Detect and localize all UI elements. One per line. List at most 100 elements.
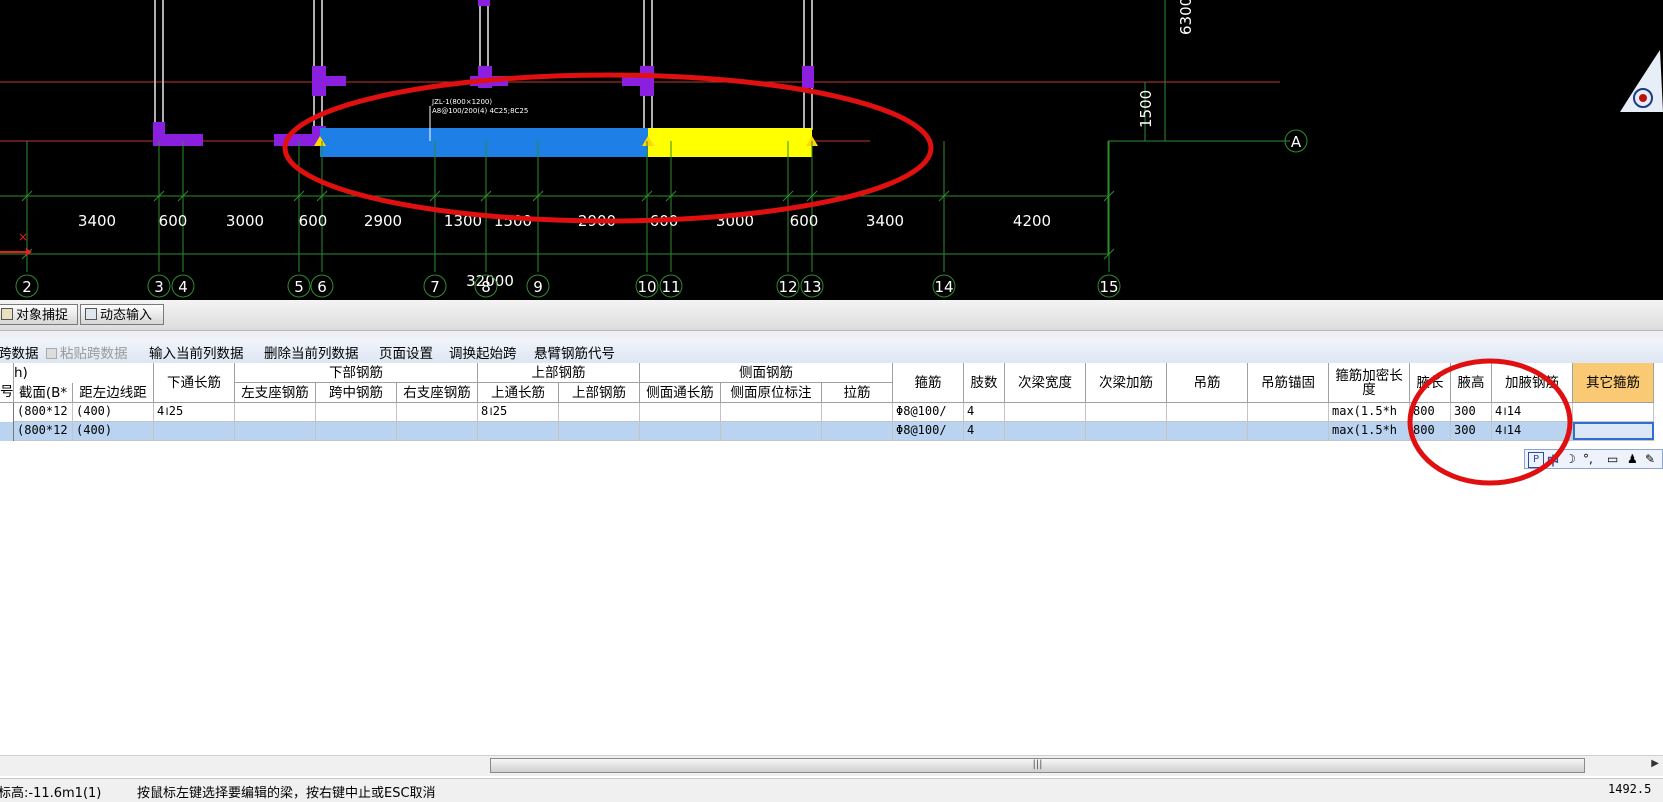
table-cell[interactable]	[1248, 403, 1329, 422]
paste-span-data-label: 粘贴跨数据	[60, 346, 128, 362]
axis-bubble-label: 13	[802, 278, 821, 296]
header-top-through: 上通长筋	[478, 383, 559, 403]
cantilever-code-button[interactable]: 悬臂钢筋代号	[534, 342, 615, 362]
table-cell[interactable]	[1248, 422, 1329, 441]
scroll-right-arrow-icon[interactable]: ▶	[1651, 758, 1659, 769]
ime-tool-icon[interactable]: ✎	[1645, 452, 1655, 466]
header-legs: 肢数	[964, 363, 1005, 403]
table-cell[interactable]	[397, 422, 478, 441]
row-header[interactable]	[0, 403, 14, 422]
table-cell[interactable]	[640, 422, 721, 441]
header-side-original: 侧面原位标注	[721, 383, 822, 403]
header-group-top: 上部钢筋	[478, 363, 640, 383]
dimension-label: 600	[159, 212, 188, 230]
dimension-ticks	[21, 141, 1115, 272]
dimension-label: 2900	[364, 212, 402, 230]
table-cell[interactable]	[822, 403, 893, 422]
beam-span-1-selected	[320, 128, 648, 157]
axis-label-a: A	[1291, 133, 1302, 151]
header-mid-span: 跨中钢筋	[316, 383, 397, 403]
header-hanger-anchor: 吊筋锚固	[1248, 363, 1329, 403]
table-cell-left-dist[interactable]: (400)	[73, 403, 154, 422]
table-cell[interactable]	[640, 403, 721, 422]
beam-span-2-selected	[648, 128, 812, 157]
header-secondary-width: 次梁宽度	[1005, 363, 1086, 403]
delete-column-data-button[interactable]: 删除当前列数据	[264, 342, 359, 362]
table-cell-stirrup[interactable]: Φ8@100/	[893, 403, 964, 422]
table-cell[interactable]	[235, 403, 316, 422]
table-cell-bottom-through[interactable]	[154, 422, 235, 441]
paste-icon	[46, 348, 57, 359]
dimension-label: 3400	[866, 212, 904, 230]
horizontal-scrollbar[interactable]: ||| ▶	[0, 755, 1663, 776]
row-header[interactable]	[0, 422, 14, 441]
axis-bubble-label: 15	[1099, 278, 1118, 296]
table-cell-legs[interactable]: 4	[964, 422, 1005, 441]
table-cell[interactable]	[721, 422, 822, 441]
dimension-label: 3000	[226, 212, 264, 230]
cad-drawing-area[interactable]: JZL-1(800×1200) A8@100/200(4) 4C25;8C25 …	[0, 0, 1663, 300]
table-cell[interactable]	[235, 422, 316, 441]
page-setup-button[interactable]: 页面设置	[379, 342, 433, 362]
table-cell[interactable]	[822, 422, 893, 441]
span-data-button[interactable]: 跨数据	[0, 342, 39, 362]
table-cell-legs[interactable]: 4	[964, 403, 1005, 422]
separator	[0, 331, 1663, 339]
highlight-ellipse-haunch	[1407, 358, 1573, 486]
beam-annotation-2: A8@100/200(4) 4C25;8C25	[432, 107, 528, 115]
ime-keyboard-icon[interactable]: ▭	[1607, 452, 1618, 466]
table-cell-left-dist[interactable]: (400)	[73, 422, 154, 441]
header-top-bars: 上部钢筋	[559, 383, 640, 403]
axis-bubble-label: 10	[637, 278, 656, 296]
dynamic-input-label: 动态输入	[100, 308, 153, 323]
drawing-canvas[interactable]: JZL-1(800×1200) A8@100/200(4) 4C25;8C25 …	[0, 0, 1663, 300]
table-cell-top-through[interactable]: 8।25	[478, 403, 559, 422]
dimension-label: 4200	[1013, 212, 1051, 230]
table-cell[interactable]	[316, 422, 397, 441]
paste-span-data-button[interactable]: 粘贴跨数据	[46, 342, 128, 362]
table-cell[interactable]	[397, 403, 478, 422]
ime-user-icon[interactable]: ♟	[1627, 452, 1638, 466]
swap-start-span-button[interactable]: 调换起始跨	[449, 342, 517, 362]
status-bar: 标高:-11.6m1(1) 按鼠标左键选择要编辑的梁，按右键中止或ESC取消 1…	[0, 778, 1663, 802]
status-elevation: 标高:-11.6m1(1)	[0, 786, 102, 801]
header-right-support: 右支座钢筋	[397, 383, 478, 403]
dimension-label: 600	[299, 212, 328, 230]
table-cell-section[interactable]: (800*12	[14, 422, 73, 441]
table-cell-stirrup[interactable]: Φ8@100/	[893, 422, 964, 441]
table-cell[interactable]	[316, 403, 397, 422]
header-unit: h)	[14, 363, 154, 383]
table-cell[interactable]	[1005, 422, 1086, 441]
table-cell-section[interactable]: (800*12	[14, 403, 73, 422]
dynamic-input-button[interactable]: 动态输入	[80, 304, 164, 325]
ucs-icon: ×	[0, 230, 32, 256]
table-cell[interactable]	[1086, 403, 1167, 422]
axis-bubble-label: 3	[154, 278, 164, 296]
dimension-label: 3400	[78, 212, 116, 230]
axis-bubble-label: 8	[481, 278, 491, 296]
axis-bubble-label: 7	[430, 278, 440, 296]
axis-bubble-label: 6	[317, 278, 327, 296]
table-cell[interactable]	[1167, 422, 1248, 441]
scrollbar-thumb[interactable]: |||	[490, 758, 1585, 773]
axis-bubble-label: 2	[22, 278, 32, 296]
object-snap-button[interactable]: 对象捕捉	[0, 304, 78, 325]
table-cell[interactable]	[1086, 422, 1167, 441]
table-cell-bottom-through[interactable]: 4।25	[154, 403, 235, 422]
table-cell[interactable]	[559, 422, 640, 441]
table-cell[interactable]	[721, 403, 822, 422]
header-side-through: 侧面通长筋	[640, 383, 721, 403]
column-nodes	[153, 0, 814, 146]
table-cell[interactable]	[1005, 403, 1086, 422]
axis-bubble-label: 11	[661, 278, 680, 296]
table-cell[interactable]	[559, 403, 640, 422]
header-tie-bar: 拉筋	[822, 383, 893, 403]
table-cell[interactable]	[1167, 403, 1248, 422]
status-prompt: 按鼠标左键选择要编辑的梁，按右键中止或ESC取消	[137, 786, 436, 801]
header-index: 号	[0, 363, 14, 403]
table-cell-top-through[interactable]	[478, 422, 559, 441]
drawing-toolbar: 对象捕捉 动态输入	[0, 300, 1663, 331]
input-column-data-button[interactable]: 输入当前列数据	[149, 342, 244, 362]
dim-6300: 6300	[1177, 0, 1195, 35]
dim-1500: 1500	[1137, 90, 1155, 128]
